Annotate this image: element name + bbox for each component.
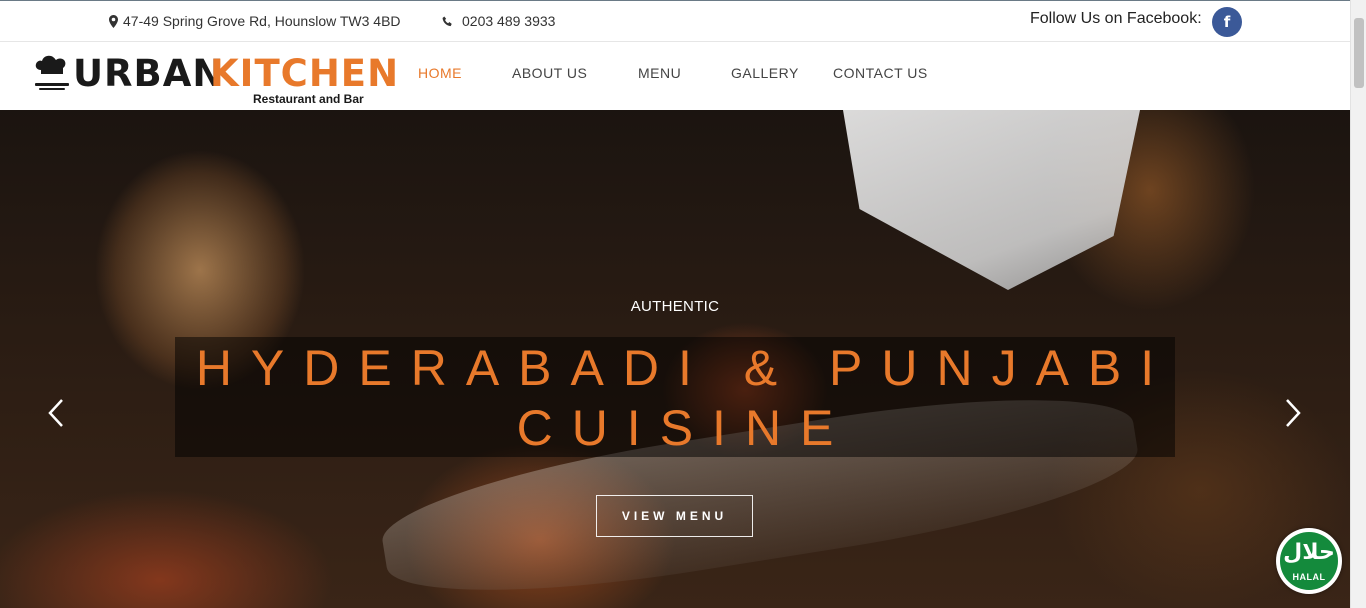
logo-word-kitchen: KITCHEN (210, 52, 400, 95)
nav-home[interactable]: HOME (418, 65, 462, 81)
follow-us-label: Follow Us on Facebook: (1030, 10, 1202, 27)
hero-title-line1: HYDERABADI & PUNJABI (195, 340, 1174, 396)
map-marker-icon (109, 14, 118, 28)
nav-menu[interactable]: MENU (638, 65, 681, 81)
facebook-icon[interactable]: f (1212, 7, 1242, 37)
halal-arabic-text: حلال (1283, 540, 1335, 565)
nav-gallery[interactable]: GALLERY (731, 65, 799, 81)
top-info-bar: 47-49 Spring Grove Rd, Hounslow TW3 4BD … (0, 0, 1350, 42)
logo-word-urban: URBAN (73, 52, 225, 95)
hero-eyebrow: AUTHENTIC (630, 298, 720, 315)
halal-badge-inner: حلال HALAL (1280, 532, 1338, 590)
site-logo[interactable]: URBAN KITCHEN Restaurant and Bar (33, 48, 398, 106)
phone[interactable]: 0203 489 3933 (442, 13, 555, 29)
phone-icon (442, 15, 452, 26)
address-text: 47-49 Spring Grove Rd, Hounslow TW3 4BD (123, 13, 401, 29)
phone-text[interactable]: 0203 489 3933 (462, 13, 555, 29)
hero-title-line2: CUISINE (516, 400, 853, 456)
chevron-right-icon[interactable] (1281, 398, 1303, 428)
hero-background-napkin (843, 110, 1140, 290)
page-scrollbar[interactable] (1350, 0, 1366, 608)
chef-hat-icon (35, 55, 69, 90)
chevron-left-icon[interactable] (46, 398, 68, 428)
scrollbar-thumb[interactable] (1354, 18, 1364, 88)
halal-badge: حلال HALAL (1276, 528, 1342, 594)
hero-slider: AUTHENTIC HYDERABADI & PUNJABI CUISINE V… (0, 110, 1350, 608)
halal-label: HALAL (1292, 572, 1326, 582)
main-navbar: URBAN KITCHEN Restaurant and Bar HOME AB… (0, 42, 1350, 110)
nav-about-us[interactable]: ABOUT US (512, 65, 587, 81)
address: 47-49 Spring Grove Rd, Hounslow TW3 4BD (109, 13, 401, 29)
view-menu-button[interactable]: VIEW MENU (596, 495, 753, 537)
hero-title-box: HYDERABADI & PUNJABI CUISINE (175, 337, 1175, 457)
nav-contact-us[interactable]: CONTACT US (833, 65, 928, 81)
logo-tagline: Restaurant and Bar (253, 92, 364, 106)
